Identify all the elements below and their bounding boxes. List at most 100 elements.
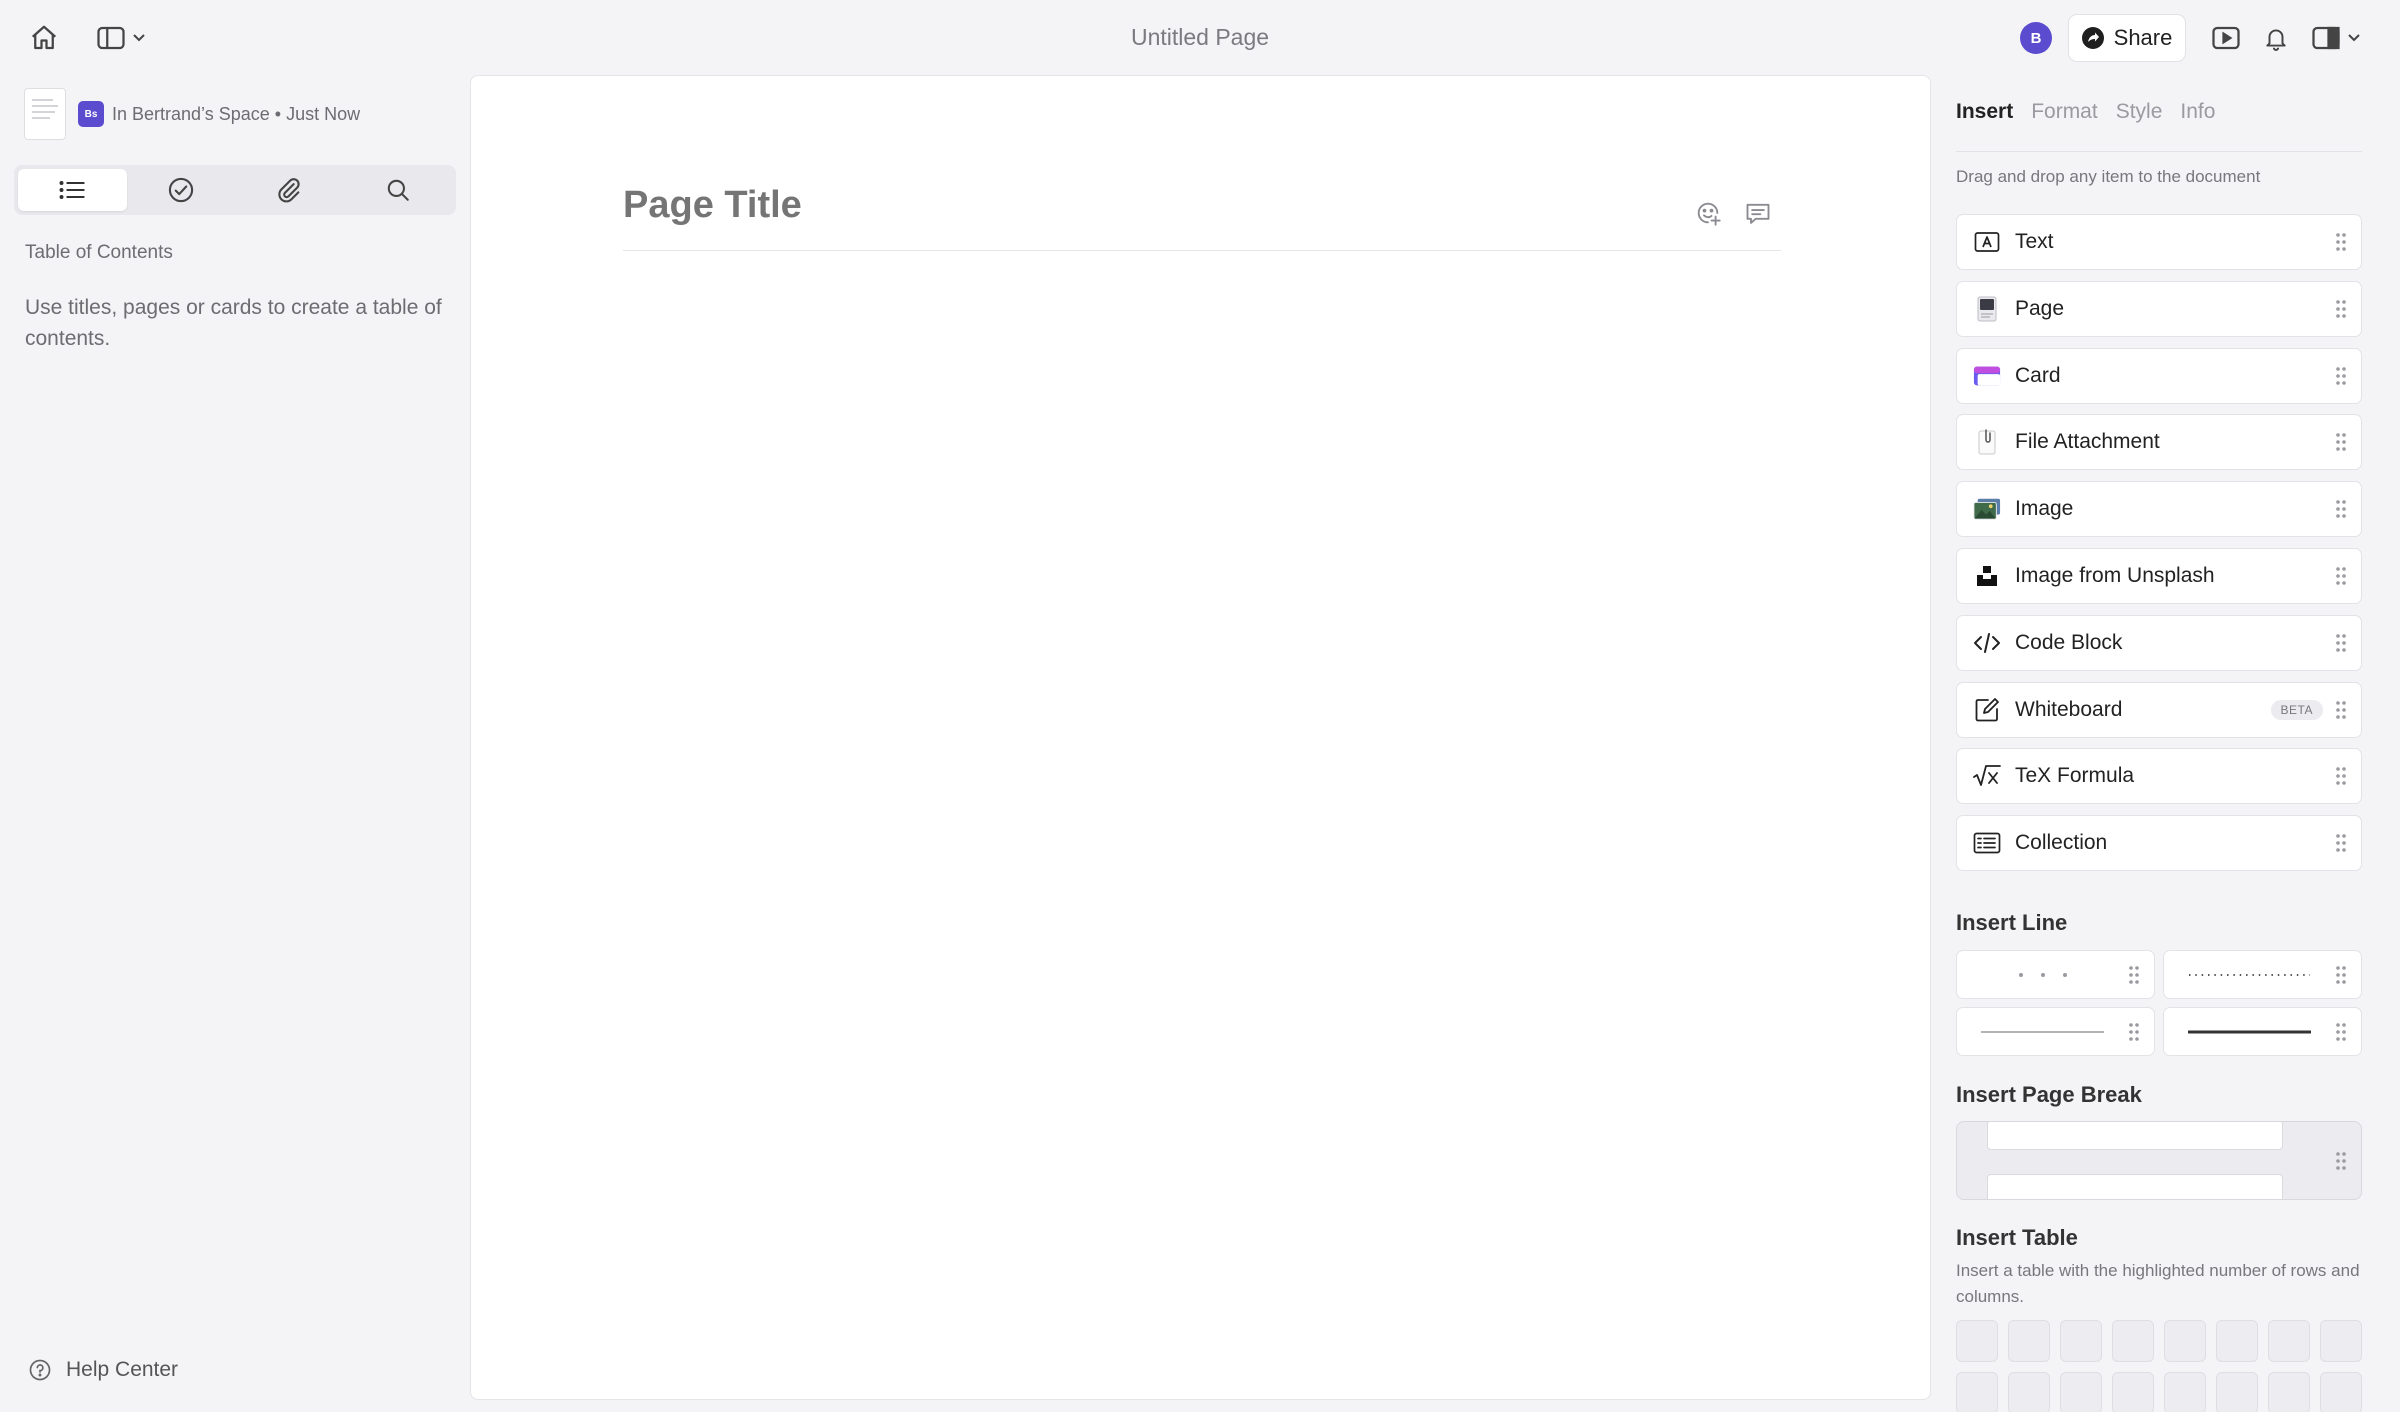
table-cell[interactable] (2216, 1320, 2258, 1362)
space-badge: Bs (78, 101, 104, 127)
tab-info[interactable]: Info (2180, 100, 2215, 124)
line-style-thick[interactable] (2163, 1007, 2362, 1056)
drag-handle-icon[interactable] (2335, 633, 2347, 653)
tab-tasks[interactable] (127, 169, 236, 211)
image-icon (1973, 495, 2001, 523)
tab-format[interactable]: Format (2031, 100, 2098, 124)
insert-line-options (1956, 950, 2362, 1056)
drag-handle-icon[interactable] (2335, 299, 2347, 319)
drag-handle-icon[interactable] (2335, 1022, 2347, 1042)
drag-handle-icon[interactable] (2335, 366, 2347, 386)
tab-table-of-contents[interactable] (18, 169, 127, 211)
table-cell[interactable] (2320, 1372, 2362, 1412)
home-button[interactable] (24, 20, 64, 56)
insert-item-collection[interactable]: Collection (1956, 815, 2362, 872)
document-canvas[interactable] (470, 75, 1931, 1400)
insert-item-text[interactable]: Text (1956, 214, 2362, 270)
insert-item-label: Text (2015, 230, 2054, 253)
tab-search[interactable] (344, 169, 453, 211)
table-cell[interactable] (2008, 1372, 2050, 1412)
drag-handle-icon[interactable] (2128, 965, 2140, 985)
paperclip-icon (278, 178, 300, 203)
emoji-add-icon (1697, 202, 1721, 226)
insert-page-break-heading: Insert Page Break (1956, 1082, 2142, 1107)
comment-icon (1746, 203, 1770, 224)
drag-handle-icon[interactable] (2335, 833, 2347, 853)
table-cell[interactable] (2320, 1320, 2362, 1362)
line-style-dots-fine[interactable] (2163, 950, 2362, 999)
table-cell[interactable] (2008, 1320, 2050, 1362)
sidebar-toggle-button[interactable] (88, 20, 154, 56)
line-style-dots-wide[interactable] (1956, 950, 2155, 999)
insert-item-image[interactable]: Image (1956, 481, 2362, 538)
title-divider (623, 250, 1781, 251)
help-center-link[interactable]: Help Center (28, 1358, 178, 1382)
insert-item-label: Page (2015, 296, 2065, 320)
table-cell[interactable] (2112, 1320, 2154, 1362)
line-style-thin[interactable] (1956, 1007, 2155, 1056)
sidebar-tabs (14, 165, 456, 215)
insert-item-whiteboard[interactable]: Whiteboard BETA (1956, 681, 2362, 738)
thick-line-sample (2188, 1029, 2311, 1034)
insert-item-file-attachment[interactable]: File Attachment (1956, 414, 2362, 471)
share-button[interactable]: Share (2068, 14, 2186, 62)
file-attachment-icon (1973, 428, 2001, 456)
page-break-sheet-top (1987, 1122, 2283, 1150)
sidebar-icon (97, 26, 125, 50)
drag-handle-icon[interactable] (2335, 1151, 2347, 1171)
whiteboard-icon (1973, 696, 2001, 724)
insert-item-card[interactable]: Card (1956, 347, 2362, 404)
page-title-input[interactable] (623, 184, 1623, 227)
table-cell[interactable] (2268, 1372, 2310, 1412)
insert-item-label: Image (2015, 497, 2074, 521)
tab-attachments[interactable] (235, 169, 344, 211)
inspector-panel-icon (2312, 26, 2340, 50)
drag-handle-icon[interactable] (2335, 432, 2347, 452)
table-cell[interactable] (1956, 1372, 1998, 1412)
insert-item-label: Image from Unsplash (2015, 563, 2215, 587)
notifications-button[interactable] (2258, 20, 2294, 56)
insert-line-heading: Insert Line (1956, 910, 2068, 935)
drag-handle-icon[interactable] (2128, 1022, 2140, 1042)
table-cell[interactable] (2164, 1372, 2206, 1412)
table-cell[interactable] (2060, 1320, 2102, 1362)
chevron-down-icon (133, 34, 145, 42)
drag-handle-icon[interactable] (2335, 700, 2347, 720)
inspector-toggle-button[interactable] (2304, 20, 2368, 56)
add-comment-button[interactable] (1741, 196, 1775, 230)
insert-item-code-block[interactable]: Code Block (1956, 614, 2362, 671)
insert-item-label: Collection (2015, 831, 2108, 855)
insert-item-tex-formula[interactable]: TeX Formula (1956, 748, 2362, 805)
tab-style[interactable]: Style (2116, 100, 2163, 124)
code-icon (1973, 629, 2001, 657)
house-icon (32, 25, 56, 50)
drag-handle-icon[interactable] (2335, 766, 2347, 786)
table-cell[interactable] (2164, 1320, 2206, 1362)
insert-table-heading: Insert Table (1956, 1225, 2078, 1250)
table-cell[interactable] (2112, 1372, 2154, 1412)
document-thumbnail[interactable] (24, 88, 66, 140)
table-cell[interactable] (1956, 1320, 1998, 1362)
insert-item-label: Whiteboard (2015, 697, 2123, 721)
table-cell[interactable] (2268, 1320, 2310, 1362)
card-icon (1973, 362, 2001, 390)
avatar[interactable]: B (2020, 22, 2052, 54)
page-break-item[interactable] (1956, 1121, 2362, 1200)
table-cell[interactable] (2216, 1372, 2258, 1412)
insert-item-image-from-unsplash[interactable]: Image from Unsplash (1956, 547, 2362, 604)
checkmark-circle-icon (168, 177, 193, 203)
present-button[interactable] (2208, 20, 2244, 56)
fine-dotted-line-sample (2188, 973, 2311, 977)
drag-handle-icon[interactable] (2335, 499, 2347, 519)
drag-handle-icon[interactable] (2335, 566, 2347, 586)
tab-insert[interactable]: Insert (1956, 100, 2013, 124)
table-cell[interactable] (2060, 1372, 2102, 1412)
drag-handle-icon[interactable] (2335, 965, 2347, 985)
sqrt-icon (1973, 762, 2001, 790)
document-location[interactable]: In Bertrand’s Space • Just Now (112, 104, 360, 125)
insert-item-page[interactable]: Page (1956, 280, 2362, 337)
drag-handle-icon[interactable] (2335, 232, 2347, 252)
add-emoji-button[interactable] (1691, 196, 1725, 230)
help-center-label: Help Center (66, 1358, 179, 1381)
bell-icon (2266, 29, 2286, 51)
